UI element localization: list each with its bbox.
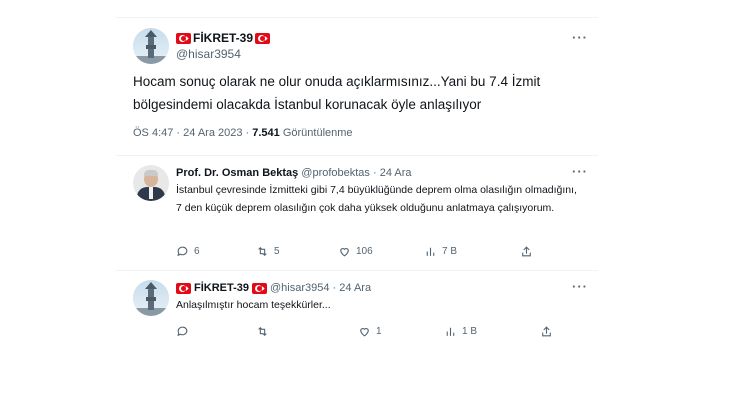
reply-button[interactable]: 6 bbox=[176, 245, 256, 258]
reply-1-actions: 6 5 106 7 B bbox=[176, 245, 533, 258]
retweet-button[interactable]: 5 bbox=[256, 245, 338, 258]
like-button[interactable]: 1 bbox=[358, 325, 444, 338]
heart-icon bbox=[340, 248, 349, 257]
turkey-flag-icon bbox=[252, 282, 268, 294]
retweet-button[interactable] bbox=[256, 325, 358, 338]
reply-1-header: Prof. Dr. Osman Bektaş @profobektas · 24… bbox=[176, 167, 412, 179]
more-options-icon[interactable]: ··· bbox=[572, 164, 588, 179]
turkey-flag-icon bbox=[255, 32, 271, 44]
prof-avatar[interactable] bbox=[133, 165, 169, 201]
like-count: 1 bbox=[376, 326, 382, 337]
retweet-icon bbox=[258, 246, 267, 257]
reply-2-actions: 1 1 B bbox=[176, 325, 553, 338]
share-icon bbox=[522, 246, 531, 257]
heart-icon bbox=[360, 328, 369, 337]
reply-1-display-name[interactable]: Prof. Dr. Osman Bektaş bbox=[176, 167, 298, 179]
main-tweet-text: Hocam sonuç olarak ne olur onuda açıklar… bbox=[133, 74, 541, 112]
like-count: 106 bbox=[356, 246, 373, 257]
main-display-name: FİKRET-39 bbox=[193, 31, 254, 45]
views-count: 1 B bbox=[462, 326, 478, 337]
more-options-icon[interactable]: ··· bbox=[572, 30, 588, 45]
share-button[interactable] bbox=[520, 245, 533, 258]
reply-2-text: Anlaşılmıştır hocam teşekkürler... bbox=[176, 299, 331, 311]
main-handle[interactable]: @hisar3954 bbox=[176, 47, 241, 61]
reply-2-display-name[interactable]: FİKRET-39 bbox=[194, 282, 249, 294]
views-button[interactable]: 1 B bbox=[444, 325, 540, 338]
reply-button[interactable] bbox=[176, 325, 256, 338]
tweet-timestamp[interactable]: ÖS 4:47 · 24 Ara 2023 · bbox=[133, 127, 252, 139]
like-button[interactable]: 106 bbox=[338, 245, 424, 258]
views-label: Görüntülenme bbox=[279, 127, 353, 139]
turkey-flag-icon bbox=[176, 282, 191, 294]
bar-chart-icon bbox=[426, 247, 435, 256]
comment-icon bbox=[177, 326, 188, 337]
section-divider bbox=[116, 270, 598, 271]
share-icon bbox=[542, 326, 551, 337]
reply-count: 6 bbox=[194, 246, 200, 257]
views-count: 7.541 bbox=[252, 127, 280, 139]
views-count: 7 B bbox=[442, 246, 458, 257]
top-divider bbox=[116, 17, 598, 18]
comment-icon bbox=[177, 246, 188, 257]
fikret-avatar[interactable] bbox=[133, 280, 169, 316]
main-author[interactable]: FİKRET-39 bbox=[176, 31, 271, 45]
bar-chart-icon bbox=[446, 327, 455, 336]
tweet-meta: ÖS 4:47 · 24 Ara 2023 · 7.541 Görüntülen… bbox=[133, 127, 353, 139]
reply-1-text: İstanbul çevresinde İzmitteki gibi 7,4 b… bbox=[176, 184, 577, 214]
views-button[interactable]: 7 B bbox=[424, 245, 520, 258]
retweet-count: 5 bbox=[274, 246, 280, 257]
reply-2-handle-date[interactable]: @hisar3954 · 24 Ara bbox=[270, 282, 371, 294]
more-options-icon[interactable]: ··· bbox=[572, 279, 588, 294]
retweet-icon bbox=[258, 326, 267, 337]
reply-2-header: FİKRET-39 @hisar3954 · 24 Ara bbox=[176, 282, 371, 294]
section-divider bbox=[116, 155, 598, 156]
share-button[interactable] bbox=[540, 325, 553, 338]
fikret-avatar[interactable] bbox=[133, 28, 169, 64]
turkey-flag-icon bbox=[176, 32, 191, 44]
reply-1-handle-date[interactable]: @profobektas · 24 Ara bbox=[301, 167, 411, 179]
